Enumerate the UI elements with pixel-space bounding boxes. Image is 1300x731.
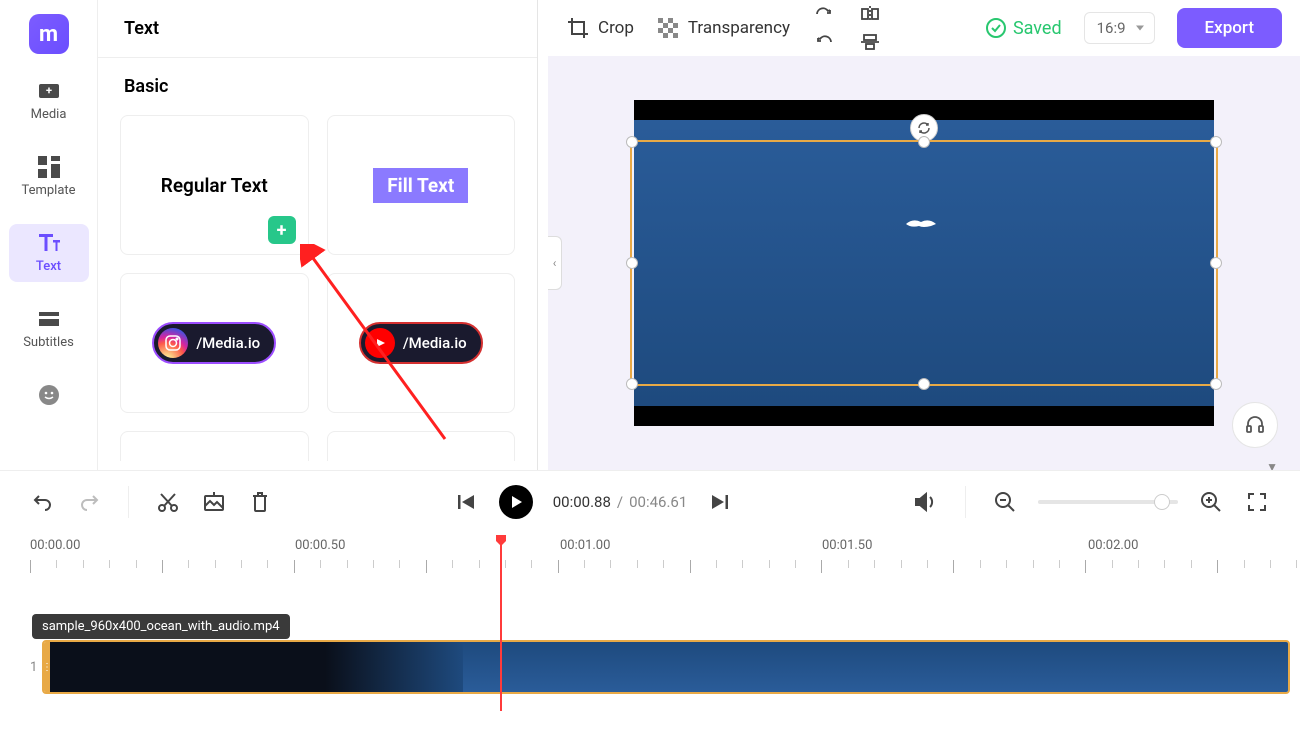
headset-icon xyxy=(1244,414,1266,436)
add-text-button[interactable]: + xyxy=(268,216,296,244)
collapse-panel-button[interactable]: ‹ xyxy=(548,236,562,290)
transparency-icon xyxy=(656,16,680,40)
resize-handle-tr[interactable] xyxy=(1210,136,1222,148)
text-card-more[interactable] xyxy=(327,431,516,461)
resize-handle-bc[interactable] xyxy=(918,378,930,390)
sidebar-item-subtitles[interactable]: Subtitles xyxy=(9,300,89,358)
text-card-instagram[interactable]: /Media.io xyxy=(120,273,309,413)
zoom-in-button[interactable] xyxy=(1198,489,1224,515)
time-current: 00:00.88 xyxy=(553,493,611,511)
check-circle-icon xyxy=(985,17,1007,39)
sidebar-item-media[interactable]: + Media xyxy=(9,72,89,130)
zoom-thumb[interactable] xyxy=(1154,494,1170,510)
zoom-slider[interactable] xyxy=(1038,500,1178,504)
ruler-label: 00:01.50 xyxy=(822,538,872,553)
ruler-label: 00:00.00 xyxy=(30,538,80,553)
sidebar-item-more[interactable] xyxy=(9,376,89,414)
cut-button[interactable] xyxy=(155,489,181,515)
timeline: 00:00.00 00:00.50 00:01.00 00:01.50 00:0… xyxy=(0,532,1300,731)
zoom-out-button[interactable] xyxy=(992,489,1018,515)
undo-button[interactable] xyxy=(30,489,56,515)
fill-text-label: Fill Text xyxy=(373,168,468,203)
sidebar-item-template[interactable]: Template xyxy=(9,148,89,206)
headset-button[interactable] xyxy=(1232,402,1278,448)
text-card-youtube[interactable]: /Media.io xyxy=(327,273,516,413)
text-card-fill[interactable]: Fill Text xyxy=(327,115,516,255)
skip-back-button[interactable] xyxy=(453,489,479,515)
panel-title: Text xyxy=(98,0,537,58)
video-frame[interactable] xyxy=(634,100,1214,426)
text-card-more[interactable] xyxy=(120,431,309,461)
subtitles-icon xyxy=(35,308,63,330)
time-display: 00:00.88 / 00:46.61 xyxy=(553,493,688,511)
clip-name-label: sample_960x400_ocean_with_audio.mp4 xyxy=(32,614,290,639)
youtube-icon xyxy=(365,328,395,358)
instagram-icon xyxy=(158,328,188,358)
timeline-track: 1 ⋮ xyxy=(30,640,1290,694)
emoji-icon xyxy=(35,384,63,406)
flip-horizontal-icon[interactable] xyxy=(858,2,882,26)
resize-handle-ml[interactable] xyxy=(626,257,638,269)
rotate-group xyxy=(812,2,836,54)
text-icon xyxy=(35,232,63,254)
regular-text-label: Regular Text xyxy=(161,174,268,197)
play-button[interactable] xyxy=(499,485,533,519)
crop-button[interactable]: Crop xyxy=(566,16,634,40)
aspect-ratio-select[interactable]: 16:9 xyxy=(1084,12,1155,44)
sidebar-label: Subtitles xyxy=(23,335,74,350)
text-panel: Text Basic Regular Text + Fill Text /Med… xyxy=(98,0,538,470)
play-icon xyxy=(509,495,523,509)
rotate-right-icon[interactable] xyxy=(812,2,836,26)
fullscreen-button[interactable] xyxy=(1244,489,1270,515)
flip-group xyxy=(858,2,882,54)
rotate-left-icon[interactable] xyxy=(812,30,836,54)
social-handle: /Media.io xyxy=(196,334,260,352)
sidebar-label: Media xyxy=(31,107,67,122)
ruler-label: 00:00.50 xyxy=(295,538,345,553)
timeline-ruler[interactable]: 00:00.00 00:00.50 00:01.00 00:01.50 00:0… xyxy=(0,532,1300,580)
export-button[interactable]: Export xyxy=(1177,8,1282,48)
resize-handle-tc[interactable] xyxy=(918,136,930,148)
ruler-label: 00:02.00 xyxy=(1088,538,1138,553)
saved-label: Saved xyxy=(1013,18,1062,39)
app-logo[interactable]: m xyxy=(29,14,69,54)
crop-label: Crop xyxy=(598,18,634,38)
transparency-label: Transparency xyxy=(688,18,790,38)
resize-handle-tl[interactable] xyxy=(626,136,638,148)
social-handle: /Media.io xyxy=(403,334,467,352)
sidebar-item-text[interactable]: Text xyxy=(9,224,89,282)
transparency-button[interactable]: Transparency xyxy=(656,16,790,40)
playback-controls: 00:00.88 / 00:46.61 xyxy=(0,470,1300,532)
track-index: 1 xyxy=(30,660,38,675)
image-button[interactable] xyxy=(201,489,227,515)
left-sidebar: m + Media Template Text Subtitles xyxy=(0,0,98,470)
delete-button[interactable] xyxy=(247,489,273,515)
resize-handle-br[interactable] xyxy=(1210,378,1222,390)
playhead-head-icon xyxy=(494,534,508,548)
folder-plus-icon: + xyxy=(35,80,63,102)
bird-graphic xyxy=(901,214,941,234)
top-toolbar: Crop Transparency Saved 16:9 Export xyxy=(548,0,1300,56)
template-icon xyxy=(35,156,63,178)
saved-status: Saved xyxy=(985,17,1062,39)
resize-handle-bl[interactable] xyxy=(626,378,638,390)
align-icon[interactable] xyxy=(858,30,882,54)
time-total: 00:46.61 xyxy=(629,493,687,511)
ruler-label: 00:01.00 xyxy=(560,538,610,553)
panel-section-basic: Basic xyxy=(98,58,537,115)
canvas-area[interactable]: ‹ ▼ xyxy=(548,56,1300,470)
resize-handle-mr[interactable] xyxy=(1210,257,1222,269)
crop-icon xyxy=(566,16,590,40)
playhead[interactable] xyxy=(500,536,502,711)
selection-box xyxy=(630,140,1218,386)
volume-button[interactable] xyxy=(913,489,939,515)
skip-forward-button[interactable] xyxy=(707,489,733,515)
sidebar-label: Template xyxy=(21,183,75,198)
timeline-clip[interactable]: ⋮ xyxy=(42,640,1290,694)
redo-button[interactable] xyxy=(76,489,102,515)
svg-text:+: + xyxy=(46,84,52,97)
sidebar-label: Text xyxy=(36,259,61,274)
text-card-regular[interactable]: Regular Text + xyxy=(120,115,309,255)
